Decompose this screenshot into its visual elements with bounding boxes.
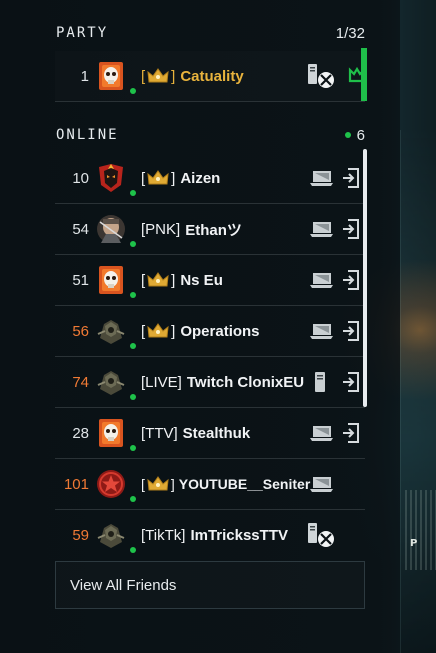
friend-row[interactable]: 51 [ ] Ns Eu bbox=[55, 255, 365, 306]
party-leader-bar bbox=[361, 48, 367, 101]
online-count: 6 bbox=[344, 127, 365, 144]
party-count: 1/32 bbox=[335, 24, 365, 42]
pc-icon bbox=[310, 222, 333, 237]
friend-row[interactable]: 54 [PNK] Ethanツ bbox=[55, 204, 365, 255]
player-name: [ ] Catuality bbox=[141, 67, 244, 85]
online-status-dot bbox=[130, 190, 136, 196]
friends-scrollbar[interactable] bbox=[363, 149, 367, 407]
player-rank: 74 bbox=[72, 373, 89, 391]
friend-row[interactable]: 56 [ ] Operations bbox=[55, 306, 365, 357]
pc-xbox-icon bbox=[308, 64, 334, 88]
friend-row[interactable]: 59 [TikTk] ImTrickssTTV bbox=[55, 510, 365, 561]
online-status-dot bbox=[130, 445, 136, 451]
friend-row[interactable]: 101 [ ] YOUTUBE__Seniter bbox=[55, 459, 365, 510]
soldier-emblem-icon bbox=[97, 215, 125, 243]
join-game-icon[interactable] bbox=[342, 218, 360, 240]
crown-icon bbox=[147, 68, 169, 83]
armor-emblem-icon bbox=[97, 320, 125, 344]
crown-icon bbox=[147, 323, 169, 338]
red-seal-emblem-icon bbox=[97, 470, 125, 498]
online-title: ONLINE bbox=[56, 127, 119, 143]
armor-emblem-icon bbox=[97, 524, 125, 548]
player-name: [ ] Aizen bbox=[141, 169, 221, 187]
player-rank: 28 bbox=[72, 424, 89, 442]
online-status-dot bbox=[130, 496, 136, 502]
party-header: PARTY 1/32 bbox=[56, 22, 365, 44]
tower-icon bbox=[315, 372, 325, 392]
player-name: [ ] YOUTUBE__Seniter bbox=[141, 476, 311, 492]
join-game-icon[interactable] bbox=[342, 167, 360, 189]
player-name: [TTV] Stealthuk bbox=[141, 424, 251, 442]
join-game-icon[interactable] bbox=[342, 269, 360, 291]
player-rank: 101 bbox=[63, 475, 89, 493]
friend-row[interactable]: 74 [LIVE] Twitch ClonixEU bbox=[55, 357, 365, 408]
player-name: [LIVE] Twitch ClonixEU bbox=[141, 373, 305, 391]
online-header: ONLINE 6 bbox=[56, 124, 365, 146]
player-rank: 1 bbox=[80, 67, 89, 85]
player-name: [ ] Ns Eu bbox=[141, 271, 223, 289]
social-sidebar: PARTY 1/32 1 [ ] Catuality ONLINE 6 10 [… bbox=[0, 0, 400, 653]
crown-icon bbox=[147, 476, 169, 491]
friend-row[interactable]: 10 [ ] Aizen bbox=[55, 153, 365, 204]
join-game-icon[interactable] bbox=[342, 422, 360, 444]
skull-emblem-icon bbox=[99, 266, 123, 294]
online-count-dot bbox=[344, 131, 351, 138]
view-all-friends-button[interactable]: View All Friends bbox=[55, 561, 365, 609]
player-name: [PNK] Ethanツ bbox=[141, 220, 242, 239]
join-game-icon[interactable] bbox=[342, 320, 360, 342]
pc-icon bbox=[310, 477, 333, 492]
friend-row[interactable]: 28 [TTV] Stealthuk bbox=[55, 408, 365, 459]
pc-icon bbox=[310, 171, 333, 186]
online-status-dot bbox=[130, 343, 136, 349]
crown-icon bbox=[147, 170, 169, 185]
background-text-strip bbox=[405, 490, 436, 570]
online-status-dot bbox=[130, 547, 136, 553]
skull-emblem-icon bbox=[99, 419, 123, 447]
crown-icon bbox=[147, 272, 169, 287]
online-status-dot bbox=[130, 241, 136, 247]
armor-emblem-icon bbox=[97, 371, 125, 395]
background-panel bbox=[400, 130, 436, 653]
background-letter: P bbox=[410, 538, 418, 549]
party-title: PARTY bbox=[56, 25, 109, 41]
online-status-dot bbox=[130, 394, 136, 400]
player-rank: 51 bbox=[72, 271, 89, 289]
online-status-dot bbox=[130, 88, 136, 94]
player-name: [ ] Operations bbox=[141, 322, 260, 340]
skull-emblem-icon bbox=[99, 62, 123, 90]
player-rank: 54 bbox=[72, 220, 89, 238]
party-member-row[interactable]: 1 [ ] Catuality bbox=[55, 51, 366, 102]
pc-xbox-icon bbox=[308, 523, 334, 547]
pc-icon bbox=[310, 426, 333, 441]
player-rank: 56 bbox=[72, 322, 89, 340]
pc-icon bbox=[310, 273, 333, 288]
fire-skull-emblem-icon bbox=[99, 164, 123, 192]
online-status-dot bbox=[130, 292, 136, 298]
join-game-icon[interactable] bbox=[342, 371, 360, 393]
player-rank: 10 bbox=[72, 169, 89, 187]
pc-icon bbox=[310, 324, 333, 339]
player-rank: 59 bbox=[72, 526, 89, 544]
player-name: [TikTk] ImTrickssTTV bbox=[141, 526, 288, 544]
